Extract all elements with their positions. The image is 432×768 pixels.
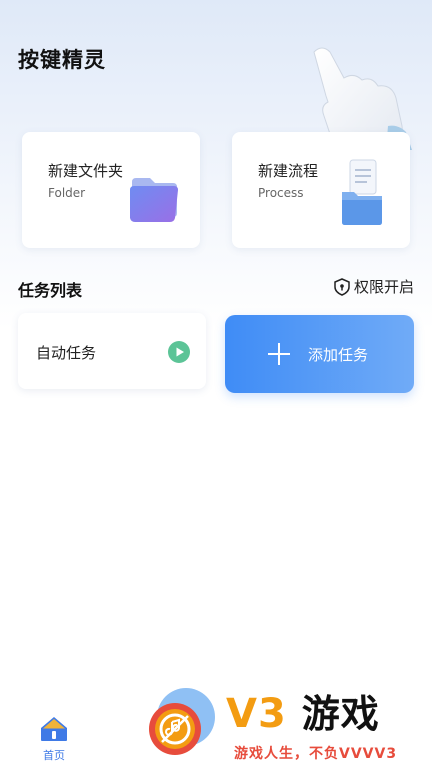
permission-label: 权限开启 (353, 278, 414, 296)
new-folder-card[interactable]: 新建文件夹 Folder (22, 132, 200, 248)
auto-task-label: 自动任务 (36, 344, 97, 362)
new-process-title: 新建流程 (258, 162, 319, 180)
watermark-slogan: 游戏人生，不负VVVV3 (234, 746, 398, 762)
tab-home-label: 首页 (43, 749, 65, 762)
play-icon[interactable] (168, 341, 190, 363)
tab-home[interactable]: 首页 (30, 716, 78, 762)
new-process-card[interactable]: 新建流程 Process (232, 132, 410, 248)
folder-icon (130, 178, 178, 222)
shield-icon (334, 277, 350, 296)
process-document-icon (342, 159, 382, 225)
watermark-logo-icon (149, 703, 201, 755)
auto-task-card[interactable]: 自动任务 (18, 313, 206, 389)
add-task-button[interactable]: 添加任务 (225, 315, 414, 393)
new-folder-subtitle: Folder (48, 186, 86, 200)
plus-icon (268, 343, 290, 365)
page-title: 按键精灵 (18, 48, 106, 72)
home-icon (41, 717, 67, 741)
new-process-subtitle: Process (258, 186, 304, 200)
watermark-title: V3 游戏 (226, 683, 380, 738)
new-folder-title: 新建文件夹 (48, 162, 124, 180)
watermark-brand-cn: 游戏 (301, 692, 380, 736)
task-list-title: 任务列表 (18, 281, 83, 300)
permission-toggle[interactable]: 权限开启 (334, 276, 414, 297)
add-task-label: 添加任务 (308, 346, 369, 364)
watermark-brand: V3 (226, 691, 287, 737)
